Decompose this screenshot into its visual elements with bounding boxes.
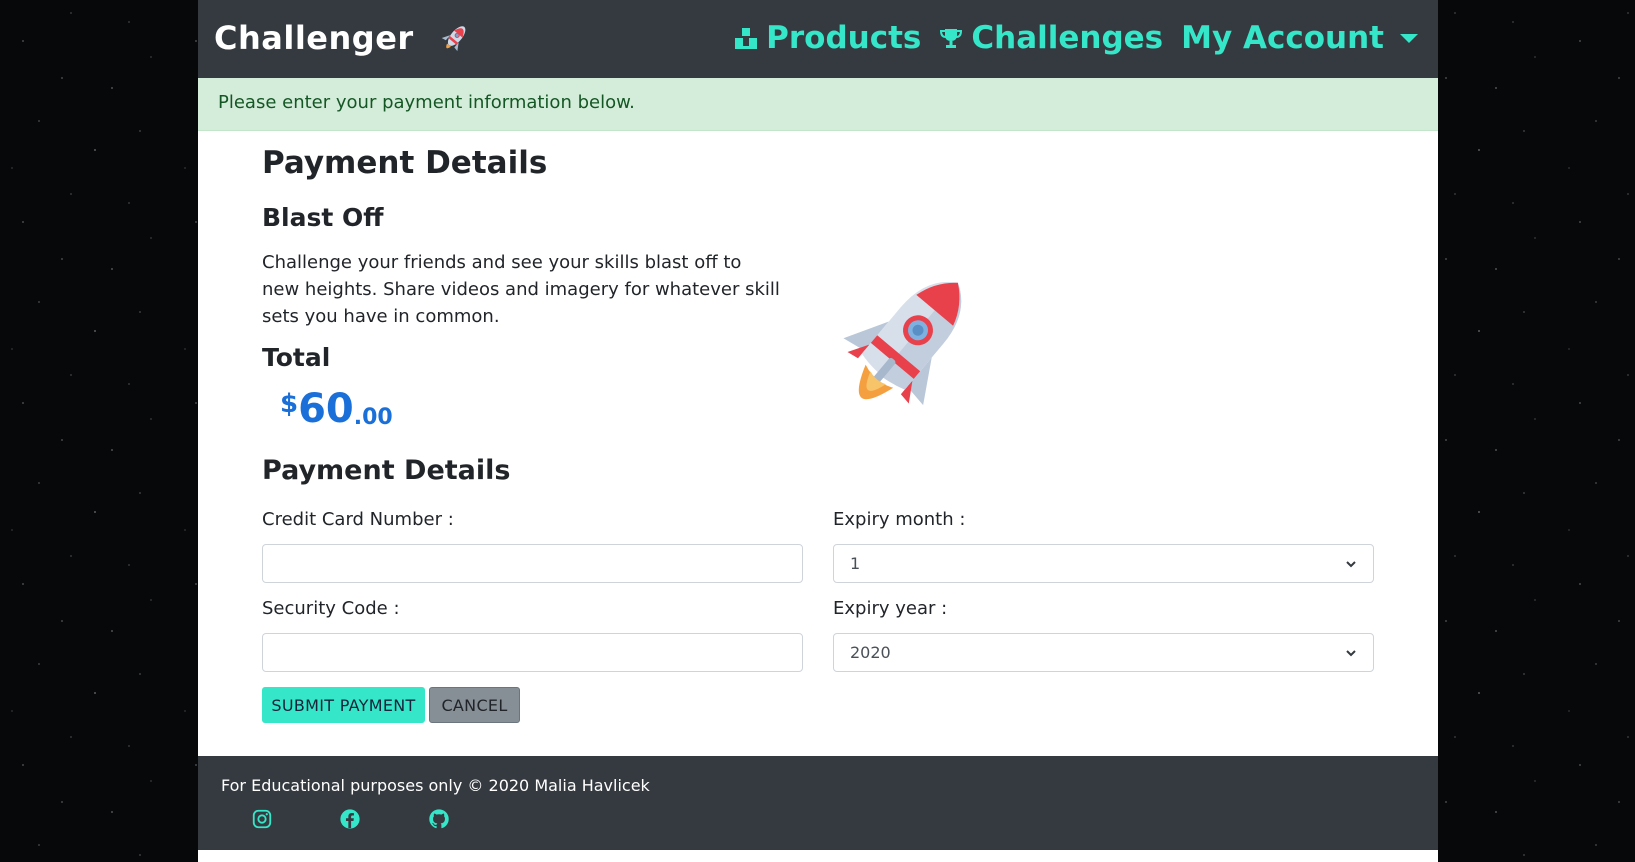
chevron-down-icon [1346,560,1356,567]
page-container: Challenger Products Challenges My Accoun… [198,0,1438,862]
trophy-icon [940,29,963,48]
instagram-icon[interactable] [251,808,273,830]
product-description: Challenge your friends and see your skil… [262,252,780,327]
cancel-button[interactable]: CANCEL [429,687,520,723]
navbar: Challenger Products Challenges My Accoun… [198,0,1438,78]
expiry-year-label: Expiry year : [833,598,948,619]
info-alert: Please enter your payment information be… [198,78,1438,131]
facebook-icon[interactable] [339,808,361,830]
github-icon[interactable] [428,808,450,830]
nav-challenges-label: Challenges [971,20,1164,56]
expiry-year-value: 2020 [850,643,891,662]
expiry-month-label: Expiry month : [833,509,966,530]
nav-products-label: Products [766,20,922,56]
card-number-input[interactable] [262,544,803,583]
brand[interactable]: Challenger [214,16,472,60]
price-currency: $ [280,389,299,419]
form-title: Payment Details [262,455,511,486]
expiry-month-value: 1 [850,554,861,573]
cubes-icon [735,28,758,49]
product-name: Blast Off [262,203,384,232]
page-title: Payment Details [262,145,548,181]
expiry-month-select[interactable]: 1 [833,544,1374,583]
chevron-down-icon [1346,649,1356,656]
total-heading: Total [262,343,331,372]
nav-products[interactable]: Products [734,20,921,56]
security-code-label: Security Code : [262,598,400,619]
security-code-input[interactable] [262,633,803,672]
rocket-icon [441,26,466,52]
expiry-year-select[interactable]: 2020 [833,633,1374,672]
submit-payment-button[interactable]: SUBMIT PAYMENT [262,687,425,723]
card-number-label: Credit Card Number : [262,509,454,530]
brand-name: Challenger [214,19,414,57]
price-decimal: .00 [353,405,393,430]
chevron-down-icon [1400,33,1418,43]
footer-copyright: For Educational purposes only © 2020 Mal… [221,776,650,795]
nav-challenges[interactable]: Challenges [939,20,1163,56]
nav-links: Products Challenges My Account [716,14,1418,62]
price-integer: 60 [298,386,354,432]
nav-my-account-label: My Account [1181,20,1384,56]
nav-my-account-dropdown[interactable]: My Account [1181,20,1418,56]
total-price: $ 60 .00 [280,387,393,431]
footer: For Educational purposes only © 2020 Mal… [198,756,1438,850]
rocket-illustration [843,281,962,406]
